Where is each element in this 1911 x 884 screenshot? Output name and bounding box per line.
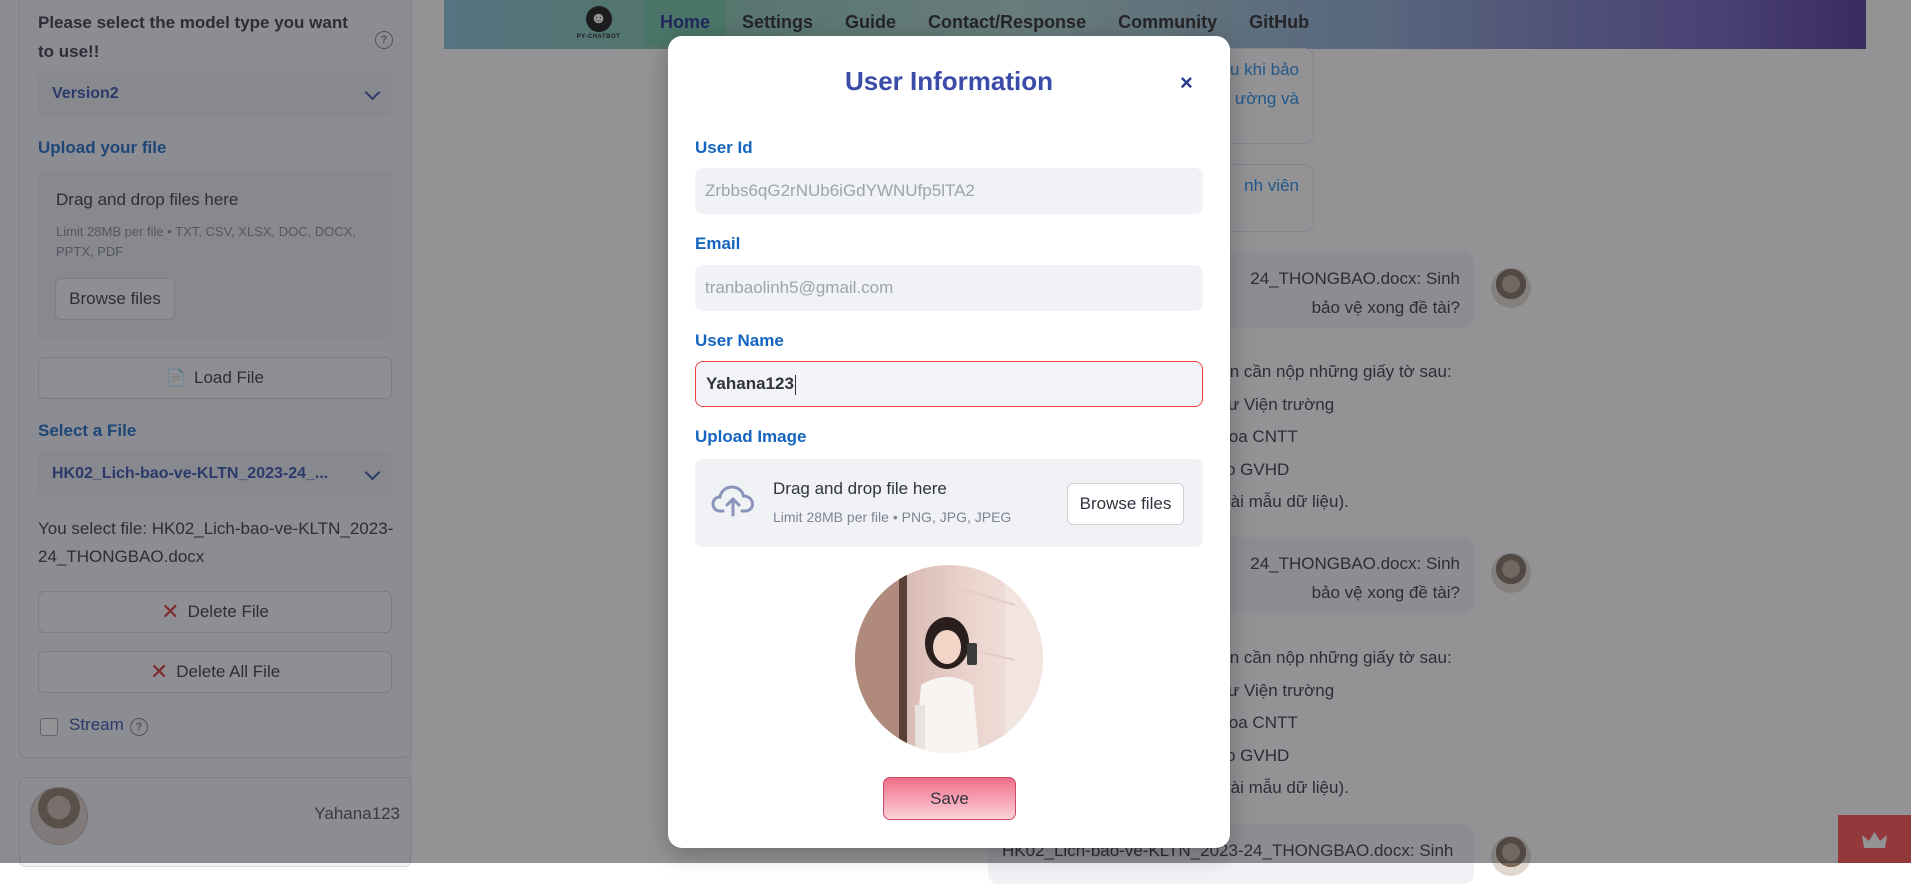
modal-title: User Information [844, 66, 1054, 96]
cloud-upload-icon [711, 485, 755, 517]
username-input-value: Yahana123 [706, 374, 794, 393]
close-icon[interactable]: × [1180, 70, 1193, 96]
upload-image-label: Upload Image [695, 427, 807, 446]
profile-photo [855, 565, 1043, 753]
email-field[interactable]: tranbaolinh5@gmail.com [695, 265, 1203, 311]
image-dropzone[interactable]: Drag and drop file here Limit 28MB per f… [695, 459, 1203, 547]
user-id-field[interactable]: Zrbbs6qG2rNUb6iGdYWNUfp5lTA2 [695, 168, 1203, 214]
browse-files-button[interactable]: Browse files [1067, 483, 1184, 525]
user-id-label: User Id [695, 138, 753, 157]
dropzone-limit: Limit 28MB per file • PNG, JPG, JPEG [773, 509, 1012, 525]
email-label: Email [695, 234, 741, 253]
profile-image [855, 565, 1043, 753]
text-caret [794, 374, 797, 395]
username-label: User Name [695, 331, 784, 350]
user-info-modal: User Information × User Id Zrbbs6qG2rNUb… [668, 36, 1230, 848]
dropzone-title: Drag and drop file here [773, 479, 947, 498]
save-button[interactable]: Save [883, 777, 1016, 820]
username-input[interactable]: Yahana123 [695, 361, 1203, 407]
